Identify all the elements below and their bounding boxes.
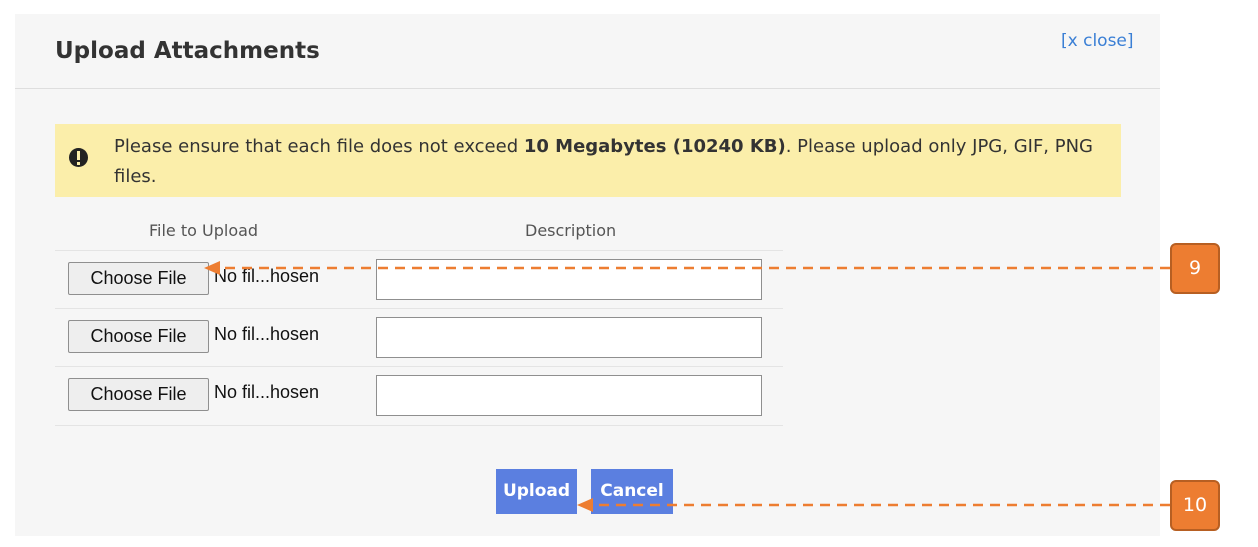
arrow-head-9: [204, 261, 220, 275]
arrow-head-10: [577, 498, 593, 512]
callout-badge-9: 9: [1170, 243, 1220, 294]
annotation-arrows: [204, 261, 1170, 512]
callout-badge-10: 10: [1170, 480, 1220, 531]
